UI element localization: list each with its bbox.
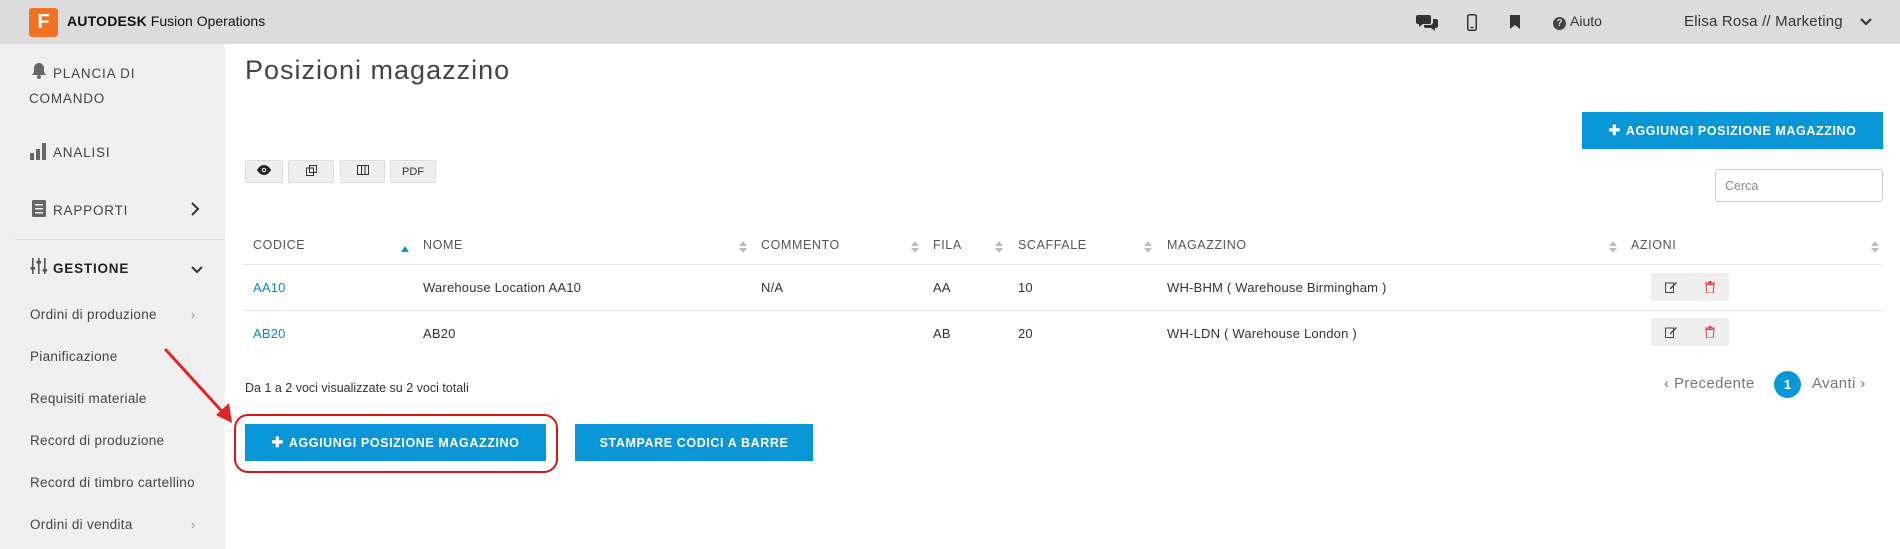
help-link[interactable]: ? Aiuto: [1553, 13, 1602, 30]
sidebar-item-gestione[interactable]: GESTIONE: [29, 256, 129, 279]
sort-asc-icon[interactable]: [401, 240, 409, 258]
column-header-codice[interactable]: CODICE: [253, 238, 305, 252]
sidebar-subitem-requisiti[interactable]: Requisiti materiale: [30, 391, 147, 406]
sidebar-subitem-ordini-vendita[interactable]: Ordini di vendita: [30, 517, 133, 532]
chat-icon[interactable]: [1416, 11, 1438, 33]
sort-icon[interactable]: [911, 240, 919, 258]
sidebar: PLANCIA DI COMANDO ANALISI RAPPORTI GEST…: [0, 44, 225, 549]
brand-bold: AUTODESK: [67, 13, 147, 29]
add-location-label: AGGIUNGI POSIZIONE MAGAZZINO: [1625, 123, 1857, 138]
app-logo[interactable]: F: [29, 8, 58, 37]
cell-fila: AB: [933, 326, 951, 341]
brand-name: AUTODESK Fusion Operations: [67, 13, 265, 29]
page-title: Posizioni magazzino: [245, 55, 511, 85]
delete-icon[interactable]: [1705, 325, 1715, 343]
plus-icon: ✚: [1608, 122, 1621, 138]
sort-icon[interactable]: [739, 240, 747, 258]
bar-chart-icon: [29, 140, 49, 163]
column-header-fila[interactable]: FILA: [933, 238, 962, 252]
sidebar-item-analisi[interactable]: ANALISI: [29, 140, 110, 163]
row-actions: [1651, 273, 1729, 301]
sidebar-item-label: GESTIONE: [53, 261, 130, 276]
sidebar-subitem-record-produzione[interactable]: Record di produzione: [30, 433, 164, 448]
cell-nome: Warehouse Location AA10: [423, 280, 582, 295]
add-location-button-top[interactable]: ✚ AGGIUNGI POSIZIONE MAGAZZINO: [1582, 112, 1883, 149]
cell-scaffale: 20: [1018, 326, 1033, 341]
help-label: Aiuto: [1570, 13, 1602, 29]
pagination-prev[interactable]: ‹ Precedente: [1664, 375, 1755, 392]
annotation-arrow-icon: [164, 348, 232, 423]
columns-icon: [356, 165, 369, 178]
view-toggle-button[interactable]: [245, 160, 283, 183]
sidebar-divider: [15, 239, 225, 240]
mobile-icon[interactable]: [1461, 11, 1483, 33]
chevron-right-icon[interactable]: ›: [191, 517, 195, 532]
cell-magazzino: WH-LDN ( Warehouse London ): [1167, 326, 1357, 341]
cell-commento: N/A: [761, 280, 784, 295]
column-header-azioni[interactable]: AZIONI: [1631, 238, 1676, 252]
bookmark-icon[interactable]: [1504, 11, 1526, 33]
sidebar-item-label: PLANCIA DI: [53, 66, 136, 81]
user-menu[interactable]: Elisa Rosa // Marketing: [1684, 13, 1843, 30]
print-barcodes-button[interactable]: STAMPARE CODICI A BARRE: [575, 424, 813, 461]
cell-codice-link[interactable]: AB20: [253, 326, 286, 341]
pagination-next[interactable]: Avanti ›: [1812, 375, 1866, 392]
edit-icon[interactable]: [1665, 280, 1677, 298]
sort-icon[interactable]: [1609, 240, 1617, 258]
pagination-page[interactable]: 1: [1774, 371, 1801, 398]
copy-icon: [305, 164, 317, 179]
edit-icon[interactable]: [1665, 325, 1677, 343]
sidebar-item-rapporti[interactable]: RAPPORTI: [29, 198, 128, 221]
chevron-right-icon[interactable]: [190, 202, 200, 221]
column-header-commento[interactable]: COMMENTO: [761, 238, 840, 252]
column-header-nome[interactable]: NOME: [423, 238, 463, 252]
chevron-down-icon[interactable]: [1859, 14, 1873, 32]
sidebar-subitem-timbro[interactable]: Record di timbro cartellino: [30, 475, 195, 490]
sort-icon[interactable]: [1144, 240, 1152, 258]
sort-icon[interactable]: [995, 240, 1003, 258]
table-info: Da 1 a 2 voci visualizzate su 2 voci tot…: [245, 381, 469, 395]
sidebar-item-dashboard[interactable]: PLANCIA DI COMANDO: [29, 61, 135, 110]
highlight-circle: [234, 414, 558, 473]
sliders-icon: [29, 256, 49, 279]
sort-icon[interactable]: [1871, 240, 1879, 258]
pdf-button[interactable]: PDF: [390, 160, 436, 183]
cell-magazzino: WH-BHM ( Warehouse Birmingham ): [1167, 280, 1387, 295]
report-icon: [29, 198, 49, 221]
eye-icon: [257, 165, 271, 178]
copy-button[interactable]: [288, 160, 334, 183]
sidebar-item-label-2: COMANDO: [29, 91, 106, 106]
chevron-down-icon[interactable]: [190, 262, 204, 280]
bell-icon: [29, 61, 49, 88]
cell-scaffale: 10: [1018, 280, 1033, 295]
table-divider: [243, 310, 1883, 311]
sidebar-item-label: RAPPORTI: [53, 203, 129, 218]
cell-nome: AB20: [423, 326, 456, 341]
table-divider: [243, 264, 1883, 265]
brand-product: Fusion Operations: [150, 13, 266, 29]
top-bar: F AUTODESK Fusion Operations ? Aiuto Elis…: [0, 0, 1900, 44]
sidebar-subitem-pianificazione[interactable]: Pianificazione: [30, 349, 118, 364]
pagination-prev-label: Precedente: [1673, 375, 1755, 392]
delete-icon[interactable]: [1705, 280, 1715, 298]
search-input[interactable]: [1715, 169, 1883, 202]
column-header-scaffale[interactable]: SCAFFALE: [1018, 238, 1087, 252]
columns-button[interactable]: [340, 160, 385, 183]
help-icon: ?: [1553, 17, 1566, 30]
row-actions: [1651, 318, 1729, 346]
column-header-magazzino[interactable]: MAGAZZINO: [1167, 238, 1247, 252]
pagination-next-label: Avanti: [1812, 375, 1856, 392]
cell-codice-link[interactable]: AA10: [253, 280, 286, 295]
sidebar-subitem-ordini-produzione[interactable]: Ordini di produzione: [30, 307, 157, 322]
cell-fila: AA: [933, 280, 951, 295]
chevron-right-icon[interactable]: ›: [191, 307, 195, 322]
sidebar-item-label: ANALISI: [53, 145, 111, 160]
